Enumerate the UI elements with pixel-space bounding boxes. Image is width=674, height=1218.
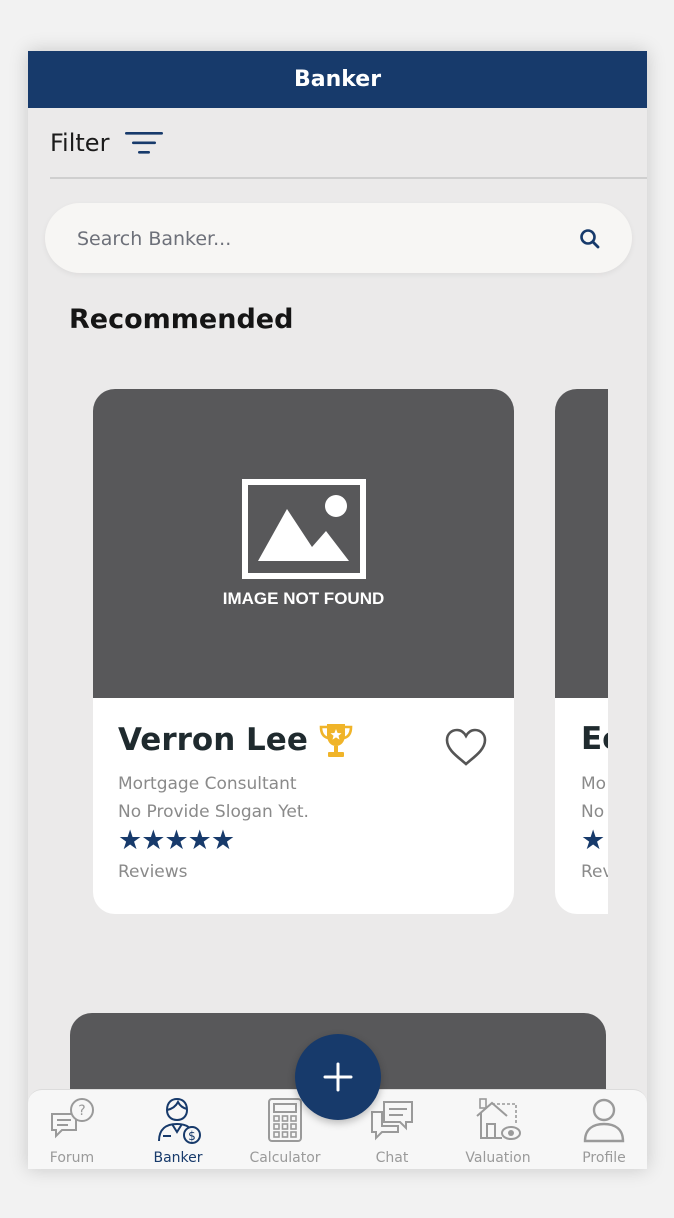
- nav-label: Calculator: [249, 1150, 321, 1166]
- header-bar: Banker: [28, 51, 647, 108]
- nav-item-valuation[interactable]: Valuation: [448, 1096, 548, 1169]
- valuation-icon: [476, 1098, 521, 1140]
- banker-icon: $: [158, 1097, 201, 1144]
- forum-icon: ?: [51, 1098, 94, 1139]
- trophy-icon: [319, 724, 353, 757]
- nav-label: Chat: [375, 1150, 409, 1166]
- banker-card-peek[interactable]: Ec Mo No ★ Rev: [555, 389, 608, 914]
- divider: [50, 177, 647, 179]
- banker-name: Verron Lee: [118, 722, 308, 758]
- add-button[interactable]: [295, 1034, 381, 1120]
- page-title: Banker: [293, 67, 382, 92]
- calculator-icon: [268, 1098, 302, 1142]
- app-screen: Banker Filter Recommended IMAGE NOT FOUN…: [28, 51, 647, 1169]
- nav-item-forum[interactable]: ? Forum: [28, 1096, 122, 1169]
- reviews-link[interactable]: Rev: [581, 862, 608, 882]
- star-rating: ★★★★★: [118, 825, 235, 856]
- banker-role: Mortgage Consultant: [118, 774, 297, 794]
- banker-name: Ec: [581, 721, 608, 757]
- banker-card[interactable]: IMAGE NOT FOUND Verron Lee Mortgage Cons…: [93, 389, 514, 914]
- nav-label: Profile: [582, 1150, 626, 1166]
- banker-photo-placeholder: [555, 389, 608, 698]
- banker-photo-placeholder: IMAGE NOT FOUND: [93, 389, 514, 698]
- reviews-link[interactable]: Reviews: [118, 862, 188, 882]
- star-rating: ★: [581, 825, 606, 856]
- favorite-heart-icon[interactable]: [444, 727, 488, 767]
- banker-slogan: No: [581, 802, 605, 822]
- svg-text:$: $: [188, 1129, 196, 1143]
- svg-text:?: ?: [78, 1103, 85, 1119]
- nav-label: Forum: [49, 1150, 95, 1166]
- plus-icon: [323, 1062, 353, 1092]
- image-caption: IMAGE NOT FOUND: [222, 589, 385, 608]
- profile-icon: [583, 1098, 625, 1143]
- banker-name-row: Verron Lee: [118, 721, 354, 759]
- section-title: Recommended: [69, 304, 294, 335]
- nav-label: Valuation: [465, 1150, 531, 1166]
- search-bar: [45, 203, 632, 273]
- search-input[interactable]: [75, 221, 559, 257]
- filter-label: Filter: [50, 129, 110, 157]
- filter-button[interactable]: Filter: [50, 123, 164, 163]
- nav-item-profile[interactable]: Profile: [554, 1096, 647, 1169]
- filter-icon: [125, 132, 164, 154]
- nav-item-banker[interactable]: $ Banker: [128, 1096, 228, 1169]
- nav-label: Banker: [153, 1150, 203, 1166]
- banker-role: Mo: [581, 774, 607, 794]
- search-icon[interactable]: [578, 227, 602, 251]
- banker-slogan: No Provide Slogan Yet.: [118, 802, 309, 822]
- chat-icon: [371, 1101, 413, 1141]
- image-placeholder-icon: [242, 479, 366, 579]
